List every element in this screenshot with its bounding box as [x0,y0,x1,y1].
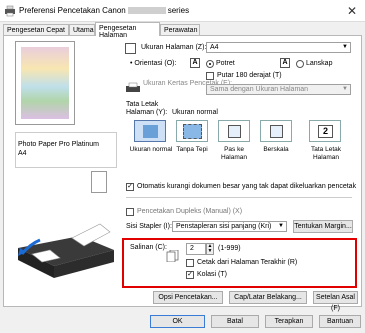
portrait-icon: A [190,58,200,68]
fit-to-page-icon [228,125,241,138]
borderless-icon [183,124,202,139]
cancel-button[interactable]: Batal [211,315,259,328]
collate-label[interactable]: Kolasi (T) [197,271,227,278]
duplex-label[interactable]: Pencetakan Dupleks (Manual) (X) [137,208,242,215]
portrait-radio[interactable] [206,60,214,68]
auto-reduce-checkbox[interactable]: ✓ [126,183,134,191]
orientation-label: • Orientasi (O): [130,60,177,67]
close-icon[interactable]: ✕ [347,4,357,18]
ok-button[interactable]: OK [150,315,205,328]
landscape-label[interactable]: Lanskap [306,60,332,67]
page-layout-label-line2: Halaman (Y): [126,109,168,116]
collate-checkbox[interactable]: ✓ [186,271,194,279]
copies-input[interactable]: 2 [186,243,206,255]
apply-button[interactable]: Terapkan [265,315,313,328]
help-button[interactable]: Bantuan [319,315,361,328]
chevron-down-icon: ▼ [342,86,348,92]
stapling-label: Sisi Stapler (I): [126,223,172,230]
copies-range: (1-999) [218,245,241,252]
chevron-down-icon: ▼ [278,223,284,229]
media-size-text: A4 [18,150,27,157]
layout-normal-button[interactable] [134,120,166,142]
title-prefix: Preferensi Pencetakan Canon [19,6,126,15]
paper-orientation-preview [91,171,107,193]
layout-borderless-label: Tanpa Tepi [176,146,208,153]
defaults-button[interactable]: Setelan Asal (F) [313,291,358,312]
printer-paper-icon [125,82,141,94]
page-size-label: Ukuran Halaman (Z): [141,44,207,51]
layout-normal-label: Ukuran normal [129,146,173,153]
preview-image [21,47,69,119]
tab-page-setup[interactable]: Pengesetan Halaman [95,22,160,39]
page-size-icon [125,43,136,54]
media-type-text: Photo Paper Pro Platinum [18,141,99,148]
printer-app-icon [4,5,16,17]
orientation-label-text: Orientasi (O): [134,60,177,67]
page-layout-label-line1: Tata Letak [126,101,159,108]
scaled-icon [270,125,283,138]
chevron-down-icon: ▼ [342,44,348,50]
rotate180-label[interactable]: Putar 180 derajat (T) [217,72,282,79]
copies-icon [166,249,180,263]
stapling-value: Penstapleran sisi panjang (Kri) [176,223,272,230]
layout-page-layout-label: Tata Letak Halaman [311,146,341,161]
paper-preview [15,41,75,125]
auto-reduce-label[interactable]: Otomatis kurangi dokumen besar yang tak … [137,183,356,190]
rotate180-checkbox[interactable] [206,72,214,80]
layout-scaled-button[interactable] [260,120,292,142]
landscape-icon: A [280,58,290,68]
media-info: Photo Paper Pro Platinum A4 [18,140,99,158]
layout-scaled-label: Berskala [263,146,289,153]
printer-paper-size-value: Sama dengan Ukuran Halaman [210,86,309,93]
layout-borderless-button[interactable] [176,120,208,142]
printer-paper-size-select[interactable]: Sama dengan Ukuran Halaman ▼ [206,84,351,95]
stapling-select[interactable]: Penstapleran sisi panjang (Kri) ▼ [172,221,287,232]
title-suffix: series [167,6,190,15]
page-layout-current: Ukuran normal [172,109,218,116]
page-layout-icon: 2 [318,125,333,138]
print-last-page-label[interactable]: Cetak dari Halaman Terakhir (R) [197,259,297,266]
window-title: Preferensi Pencetakan Canon series [19,6,189,15]
layout-fit-label: Pas ke Halaman [220,146,247,161]
copies-value: 2 [190,245,194,252]
page-size-select[interactable]: A4 ▼ [206,42,351,53]
print-last-page-checkbox[interactable] [186,259,194,267]
landscape-radio[interactable] [296,60,304,68]
divider [126,197,352,198]
duplex-checkbox[interactable] [126,208,134,216]
stamp-background-button[interactable]: Cap/Latar Belakang... [229,291,307,304]
layout-page-layout-button[interactable]: 2 [309,120,341,142]
normal-layout-icon [143,125,158,138]
portrait-label[interactable]: Potret [216,60,235,67]
copies-stepper[interactable]: ▲ ▼ [206,243,214,255]
page-layout-label: Tata Letak Halaman (Y): [126,101,167,117]
layout-fit-button[interactable] [218,120,250,142]
page-size-value: A4 [210,44,219,51]
specify-margin-button[interactable]: Tentukan Margin... [293,220,353,233]
printer-illustration [10,210,118,280]
redacted-model-name [127,7,166,15]
print-options-button[interactable]: Opsi Pencetakan... [153,291,223,304]
copies-label: Salinan (C): [130,244,167,251]
